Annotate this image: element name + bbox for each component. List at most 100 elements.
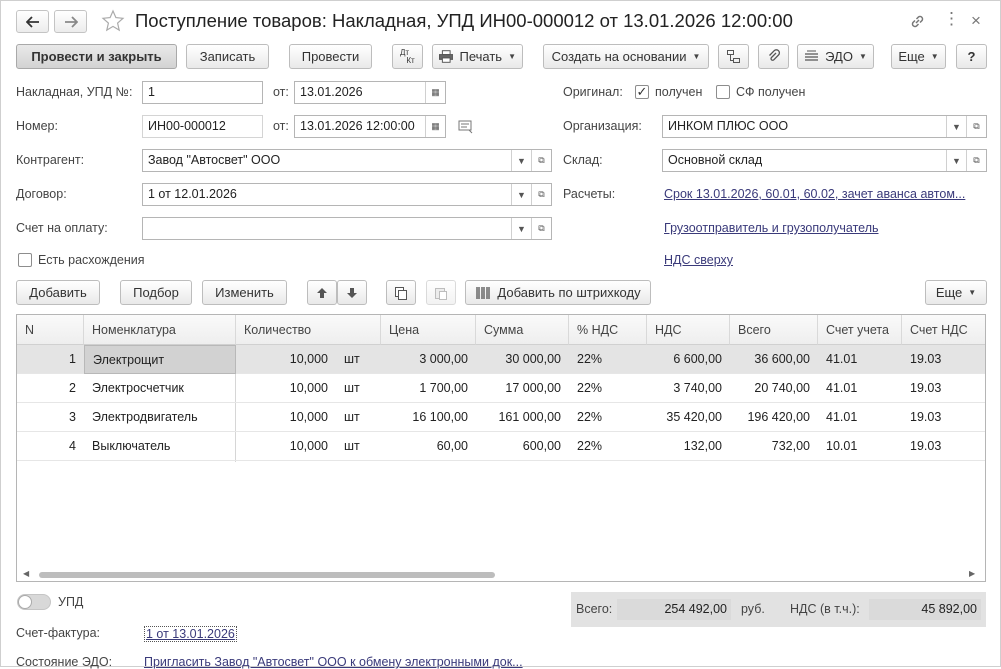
table-cell-account[interactable]: 10.01 xyxy=(818,432,902,461)
table-row[interactable]: 3 Электродвигатель 10,000 шт 16 100,00 161 00… xyxy=(17,403,985,432)
scroll-left-icon[interactable]: ◀ xyxy=(23,569,29,578)
table-cell-unit[interactable]: шт xyxy=(336,403,381,432)
edit-row-button[interactable]: Изменить xyxy=(202,280,287,305)
contractor-input[interactable]: Завод "Автосвет" ООО ▼ ⧉ xyxy=(142,149,552,172)
post-and-close-button[interactable]: Провести и закрыть xyxy=(16,44,177,69)
table-cell-qty[interactable]: 10,000 xyxy=(236,432,336,461)
table-cell-account[interactable]: 41.01 xyxy=(818,374,902,403)
open-icon[interactable]: ⧉ xyxy=(966,150,986,171)
edo-button[interactable]: ЭДО ▼ xyxy=(797,44,874,69)
table-cell-sum[interactable]: 30 000,00 xyxy=(476,345,569,374)
table-cell-total[interactable]: 20 740,00 xyxy=(730,374,818,403)
organization-input[interactable]: ИНКОМ ПЛЮС ООО ▼ ⧉ xyxy=(662,115,987,138)
create-based-on-button[interactable]: Создать на основании ▼ xyxy=(543,44,709,69)
table-cell-vat-account[interactable]: 19.03 xyxy=(902,403,985,432)
column-header[interactable]: Счет учета xyxy=(818,315,902,345)
post-button[interactable]: Провести xyxy=(289,44,372,69)
table-cell-total[interactable]: 36 600,00 xyxy=(730,345,818,374)
attachments-button[interactable] xyxy=(758,44,789,69)
table-cell-vat[interactable]: 6 600,00 xyxy=(647,345,730,374)
paste-rows-button[interactable] xyxy=(426,280,456,305)
table-cell-n[interactable]: 4 xyxy=(17,432,84,461)
column-header[interactable]: Счет НДС xyxy=(902,315,985,345)
table-cell-name[interactable]: Электродвигатель xyxy=(84,403,236,432)
table-cell-sum[interactable]: 17 000,00 xyxy=(476,374,569,403)
copy-link-button[interactable] xyxy=(909,13,926,33)
table-cell-account[interactable]: 41.01 xyxy=(818,345,902,374)
table-cell-vat-rate[interactable]: 22% xyxy=(569,432,647,461)
table-more-button[interactable]: Еще ▼ xyxy=(925,280,987,305)
table-cell-vat[interactable]: 132,00 xyxy=(647,432,730,461)
save-button[interactable]: Записать xyxy=(186,44,269,69)
column-header[interactable]: % НДС xyxy=(569,315,647,345)
more-button[interactable]: Еще ▼ xyxy=(891,44,946,69)
move-up-button[interactable] xyxy=(307,280,337,305)
table-cell-sum[interactable]: 161 000,00 xyxy=(476,403,569,432)
table-cell-qty[interactable]: 10,000 xyxy=(236,374,336,403)
received-checkbox[interactable]: ✓ xyxy=(635,85,649,99)
settlements-link[interactable]: Срок 13.01.2026, 60.01, 60.02, зачет ава… xyxy=(664,187,965,201)
invoice-factura-link[interactable]: 1 от 13.01.2026 xyxy=(144,626,237,642)
comment-button[interactable] xyxy=(458,120,474,137)
add-by-barcode-button[interactable]: Добавить по штрихкоду xyxy=(465,280,651,305)
chevron-down-icon[interactable]: ▼ xyxy=(946,150,966,171)
table-row[interactable]: 2 Электросчетчик 10,000 шт 1 700,00 17 000,00… xyxy=(17,374,985,403)
table-cell-n[interactable]: 2 xyxy=(17,374,84,403)
chevron-down-icon[interactable]: ▼ xyxy=(511,218,531,239)
number-input[interactable]: ИН00-000012 xyxy=(142,115,263,138)
table-cell-vat-account[interactable]: 19.03 xyxy=(902,345,985,374)
scroll-right-icon[interactable]: ▶ xyxy=(969,569,975,578)
column-header[interactable]: НДС xyxy=(647,315,730,345)
invoice-number-input[interactable]: 1 xyxy=(142,81,263,104)
table-cell-qty[interactable]: 10,000 xyxy=(236,403,336,432)
table-cell-name[interactable]: Электрощит xyxy=(84,345,236,374)
column-header[interactable]: Сумма xyxy=(476,315,569,345)
favorite-button[interactable] xyxy=(101,9,125,36)
column-header[interactable]: Количество xyxy=(236,315,381,345)
table-cell-vat-rate[interactable]: 22% xyxy=(569,374,647,403)
move-down-button[interactable] xyxy=(337,280,367,305)
table-cell-vat[interactable]: 3 740,00 xyxy=(647,374,730,403)
copy-rows-button[interactable] xyxy=(386,280,416,305)
column-header[interactable]: Всего xyxy=(730,315,818,345)
table-cell-vat-rate[interactable]: 22% xyxy=(569,403,647,432)
table-cell-qty[interactable]: 10,000 xyxy=(236,345,336,374)
open-icon[interactable]: ⧉ xyxy=(531,184,551,205)
calendar-icon[interactable]: ▦ xyxy=(425,116,445,137)
table-cell-unit[interactable]: шт xyxy=(336,345,381,374)
invoice-date-input[interactable]: 13.01.2026 ▦ xyxy=(294,81,446,104)
forward-button[interactable] xyxy=(54,10,87,33)
structure-button[interactable] xyxy=(718,44,749,69)
discrepancy-checkbox[interactable] xyxy=(18,253,32,267)
table-cell-sum[interactable]: 600,00 xyxy=(476,432,569,461)
warehouse-input[interactable]: Основной склад ▼ ⧉ xyxy=(662,149,987,172)
upd-toggle[interactable] xyxy=(17,594,51,610)
dtkt-button[interactable]: Дт Кт xyxy=(392,44,423,69)
table-cell-price[interactable]: 16 100,00 xyxy=(381,403,476,432)
add-row-button[interactable]: Добавить xyxy=(16,280,100,305)
table-cell-price[interactable]: 60,00 xyxy=(381,432,476,461)
chevron-down-icon[interactable]: ▼ xyxy=(511,150,531,171)
vat-on-top-link[interactable]: НДС сверху xyxy=(664,253,733,267)
payment-invoice-input[interactable]: ▼ ⧉ xyxy=(142,217,552,240)
print-button[interactable]: Печать ▼ xyxy=(432,44,523,69)
pick-button[interactable]: Подбор xyxy=(120,280,192,305)
sf-received-checkbox[interactable] xyxy=(716,85,730,99)
open-icon[interactable]: ⧉ xyxy=(531,150,551,171)
open-icon[interactable]: ⧉ xyxy=(531,218,551,239)
open-icon[interactable]: ⧉ xyxy=(966,116,986,137)
close-button[interactable]: × xyxy=(971,11,981,31)
table-cell-total[interactable]: 196 420,00 xyxy=(730,403,818,432)
column-header[interactable]: Номенклатура xyxy=(84,315,236,345)
contract-input[interactable]: 1 от 12.01.2026 ▼ ⧉ xyxy=(142,183,552,206)
table-cell-vat[interactable]: 35 420,00 xyxy=(647,403,730,432)
horizontal-scrollbar[interactable]: ◀ ▶ xyxy=(17,567,985,581)
calendar-icon[interactable]: ▦ xyxy=(425,82,445,103)
table-cell-name[interactable]: Выключатель xyxy=(84,432,236,461)
shipper-consignee-link[interactable]: Грузоотправитель и грузополучатель xyxy=(664,221,879,235)
goods-table[interactable]: N Номенклатура Количество Цена Сумма % Н… xyxy=(16,314,986,582)
table-cell-vat-account[interactable]: 19.03 xyxy=(902,432,985,461)
table-row[interactable]: 1 Электрощит 10,000 шт 3 000,00 30 000,00 22% 6… xyxy=(17,345,985,374)
table-cell-price[interactable]: 3 000,00 xyxy=(381,345,476,374)
table-cell-n[interactable]: 3 xyxy=(17,403,84,432)
